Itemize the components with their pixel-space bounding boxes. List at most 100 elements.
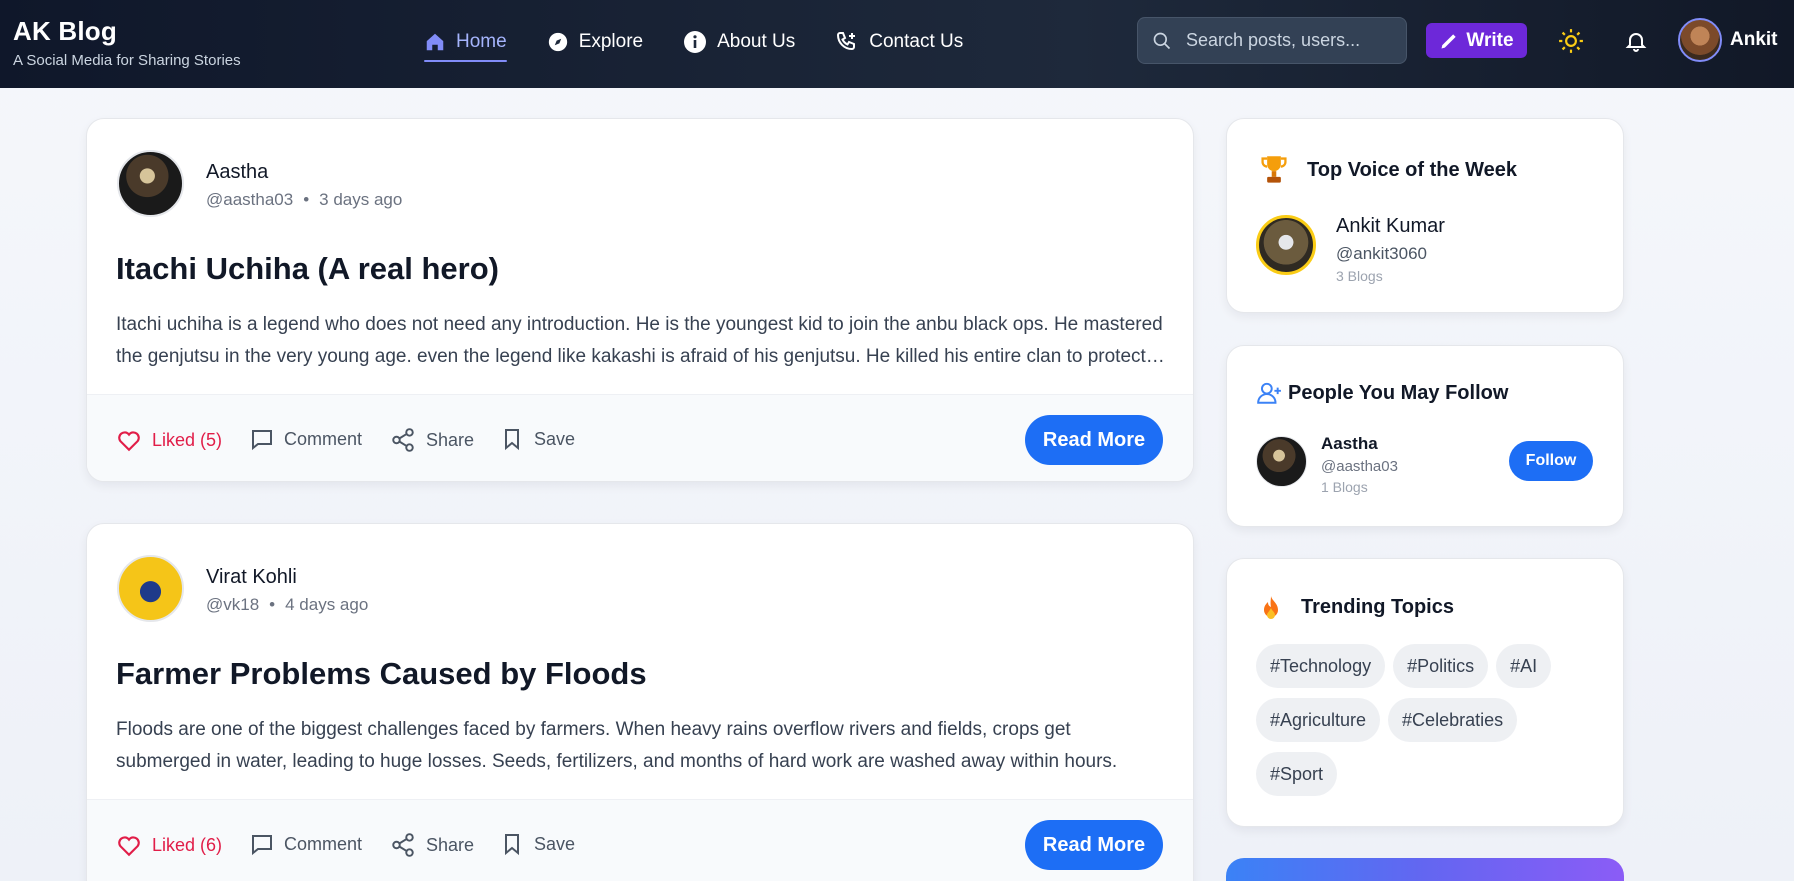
avatar[interactable]	[1256, 215, 1316, 275]
meta-separator-dot: •	[303, 190, 310, 209]
brand-tagline: A Social Media for Sharing Stories	[13, 52, 241, 69]
post-time: 4 days ago	[285, 595, 369, 614]
tag-sport[interactable]: #Sport	[1256, 752, 1338, 796]
main-nav: Home Explore About Us Contact Us	[424, 26, 963, 62]
comment-button[interactable]: Comment	[250, 832, 362, 856]
like-count: Liked (6)	[152, 834, 223, 855]
avatar[interactable]	[1256, 436, 1307, 487]
comment-button[interactable]: Comment	[250, 427, 362, 451]
heart-icon	[118, 836, 140, 857]
trending-tags: #Technology #Politics #AI #Agriculture #Cele…	[1256, 644, 1606, 806]
read-more-button[interactable]: Read More	[1025, 820, 1163, 870]
heart-icon	[118, 431, 140, 452]
tag-technology[interactable]: #Technology	[1256, 644, 1386, 688]
comment-label: Comment	[284, 833, 363, 854]
nav-contact-label: Contact Us	[869, 31, 964, 52]
nav-explore[interactable]: Explore	[547, 26, 643, 58]
save-label: Save	[534, 428, 576, 449]
tag-agriculture[interactable]: #Agriculture	[1256, 698, 1381, 742]
comment-icon	[252, 835, 272, 856]
post-actions: Liked (6) Comment Share Save Read More	[87, 799, 1193, 881]
search-icon	[1153, 32, 1171, 49]
info-icon	[684, 31, 707, 53]
top-navigation-bar: AK Blog A Social Media for Sharing Stori…	[0, 0, 1794, 88]
trending-topics-card: Trending Topics #Technology #Politics #AI#…	[1226, 558, 1624, 827]
home-icon	[426, 33, 444, 51]
post-card: Virat Kohli @vk18 • 4 days ago Farmer Pr…	[86, 523, 1194, 881]
author-handle: @aastha03	[206, 190, 294, 209]
comment-label: Comment	[284, 428, 363, 449]
save-label: Save	[534, 833, 576, 854]
like-button[interactable]: Liked (5)	[116, 427, 222, 453]
search-box[interactable]	[1137, 17, 1407, 64]
compass-icon	[548, 32, 567, 52]
theme-toggle-button[interactable]	[1555, 25, 1587, 57]
trending-topics-title: Trending Topics	[1301, 596, 1454, 618]
save-button[interactable]: Save	[500, 427, 575, 451]
nav-home[interactable]: Home	[424, 26, 507, 62]
post-excerpt: Itachi uchiha is a legend who does not n…	[116, 314, 1163, 367]
phone-plus-icon	[837, 32, 856, 51]
author-avatar[interactable]	[117, 150, 184, 217]
user-name: Ankit	[1730, 29, 1778, 50]
people-you-may-follow-card: People You May Follow Aastha @aastha03 1…	[1226, 345, 1624, 527]
top-voice-blog-count: 3 Blogs	[1336, 268, 1383, 284]
share-button[interactable]: Share	[390, 832, 474, 858]
suggested-user-handle: @aastha03	[1321, 458, 1398, 475]
share-icon	[392, 428, 414, 452]
people-you-may-follow-title: People You May Follow	[1288, 382, 1509, 404]
save-button[interactable]: Save	[500, 832, 575, 856]
post-card: Aastha @aastha03 • 3 days ago Itachi Uch…	[86, 118, 1194, 482]
top-voice-card: Top Voice of the Week Ankit Kumar @ankit…	[1226, 118, 1624, 313]
tag-celebraties[interactable]: #Celebraties	[1388, 698, 1518, 742]
share-button[interactable]: Share	[390, 427, 474, 453]
pen-icon	[1441, 33, 1457, 48]
top-voice-handle: @ankit3060	[1336, 244, 1427, 263]
search-input[interactable]	[1186, 30, 1386, 51]
user-plus-icon	[1257, 382, 1281, 404]
brand[interactable]: AK Blog A Social Media for Sharing Stori…	[13, 16, 241, 69]
notifications-button[interactable]	[1620, 25, 1652, 57]
trophy-icon	[1261, 156, 1287, 183]
fire-icon	[1264, 596, 1278, 619]
write-button[interactable]: Write	[1426, 23, 1527, 58]
post-actions: Liked (5) Comment Share Save Read More	[87, 394, 1193, 481]
share-icon	[392, 833, 414, 857]
meta-separator-dot: •	[269, 595, 276, 614]
nav-about[interactable]: About Us	[683, 26, 795, 58]
author-name[interactable]: Aastha	[206, 161, 268, 184]
nav-explore-label: Explore	[578, 31, 644, 52]
author-avatar[interactable]	[117, 555, 184, 622]
post-time: 3 days ago	[319, 190, 403, 209]
suggested-user-blog-count: 1 Blogs	[1321, 479, 1368, 495]
top-voice-title: Top Voice of the Week	[1307, 159, 1518, 181]
share-label: Share	[426, 834, 475, 855]
post-excerpt: Floods are one of the biggest challenges…	[116, 719, 1118, 772]
like-button[interactable]: Liked (6)	[116, 832, 222, 858]
bookmark-icon	[505, 429, 519, 451]
write-button-label: Write	[1466, 29, 1514, 51]
nav-about-label: About Us	[717, 31, 796, 52]
follow-button[interactable]: Follow	[1509, 441, 1593, 481]
brand-title: AK Blog	[13, 16, 117, 46]
bookmark-icon	[505, 834, 519, 856]
post-title[interactable]: Farmer Problems Caused by Floods	[116, 656, 647, 692]
suggested-user-name[interactable]: Aastha	[1321, 434, 1378, 454]
user-profile-menu[interactable]: Ankit	[1678, 18, 1778, 62]
promo-card	[1226, 858, 1624, 881]
top-voice-name[interactable]: Ankit Kumar	[1336, 215, 1445, 238]
tag-ai[interactable]: #AI	[1496, 644, 1552, 688]
post-meta: @aastha03 • 3 days ago	[206, 190, 402, 210]
author-name[interactable]: Virat Kohli	[206, 566, 297, 589]
nav-contact[interactable]: Contact Us	[835, 26, 963, 58]
share-label: Share	[426, 429, 475, 450]
sun-icon	[1559, 29, 1583, 53]
tag-politics[interactable]: #Politics	[1393, 644, 1489, 688]
author-handle: @vk18	[206, 595, 260, 614]
avatar	[1678, 18, 1722, 62]
read-more-button[interactable]: Read More	[1025, 415, 1163, 465]
post-meta: @vk18 • 4 days ago	[206, 595, 368, 615]
post-title[interactable]: Itachi Uchiha (A real hero)	[116, 251, 499, 287]
nav-home-label: Home	[456, 31, 507, 52]
comment-icon	[252, 430, 272, 451]
